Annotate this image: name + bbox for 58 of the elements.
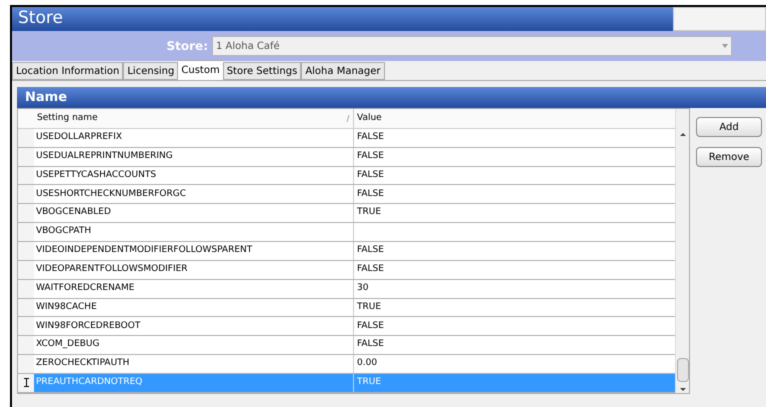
table-cell: VIDEOPARENTFOLLOWSMODIFIER [34, 260, 354, 279]
table-cell: PREAUTHCARDNOTREQ [34, 374, 354, 392]
table-row[interactable]: VBOGCPATH [18, 223, 675, 242]
table-cell: WIN98FORCEDREBOOT [34, 317, 354, 336]
action-button[interactable]: Remove [696, 147, 762, 167]
table-cell: WAITFOREDCRENAME [34, 280, 354, 298]
table-row[interactable]: XCOM_DEBUG FALSE [18, 336, 675, 356]
table-cell-text: TRUE [356, 376, 382, 390]
store-dropdown[interactable]: 1 Aloha Café [212, 36, 732, 56]
table-row[interactable]: WIN98CACHE TRUE [18, 298, 675, 318]
table-cell-text: TRUE [356, 206, 382, 220]
table-row[interactable]: VIDEOINDEPENDENTMODIFIERFOLLOWSPARENT FALSE [18, 242, 675, 261]
sort-icon [346, 114, 350, 122]
table-cell: USEDOLLARPREFIX [34, 128, 354, 147]
column-header[interactable]: Setting name [34, 109, 354, 128]
table-cell-text: FALSE [356, 244, 385, 258]
section-title: Name [25, 88, 68, 107]
table-row[interactable]: VBOGCENABLED TRUE [18, 204, 675, 224]
table-cell-text: FALSE [356, 168, 385, 182]
table-cell-text: 0.00 [356, 357, 378, 370]
table-row[interactable]: USESHORTCHECKNUMBERFORGC FALSE [18, 185, 675, 204]
tab[interactable]: Aloha Manager [301, 62, 385, 80]
table-cell: XCOM_DEBUG [34, 336, 354, 354]
table-cell-text: FALSE [356, 320, 385, 333]
tab[interactable]: Custom [178, 60, 223, 80]
tab[interactable]: Location Information [12, 62, 124, 80]
table-cell-text: FALSE [356, 150, 385, 163]
table-cell-text: FALSE [356, 188, 385, 201]
table-row[interactable]: USEDOLLARPREFIX FALSE [18, 128, 675, 148]
table-cell: ZEROCHECKTIPAUTH [34, 355, 354, 374]
table-cell-text: FALSE [356, 263, 385, 276]
action-button[interactable]: Add [696, 117, 762, 137]
table-cell-text: FALSE [356, 338, 385, 352]
table-row[interactable]: USEDUALREPRINTNUMBERING FALSE [18, 148, 675, 167]
table-cell: USEPETTYCASHACCOUNTS [34, 166, 354, 184]
column-header[interactable]: Value [354, 109, 675, 128]
scroll-down-icon [680, 388, 686, 391]
store-label: Store: [166, 38, 209, 55]
table-cell: VBOGCPATH [34, 223, 354, 242]
table-cell: USESHORTCHECKNUMBERFORGC [34, 185, 354, 204]
tab[interactable]: Store Settings [222, 62, 302, 80]
tab[interactable]: Licensing [123, 62, 178, 80]
text-cursor-icon [24, 378, 28, 388]
table-cell: VIDEOINDEPENDENTMODIFIERFOLLOWSPARENT [34, 242, 354, 260]
dropdown-arrow-icon [722, 44, 728, 48]
table-cell: VBOGCENABLED [34, 204, 354, 222]
table-cell-text: TRUE [356, 300, 382, 314]
table-row[interactable]: WIN98FORCEDREBOOT FALSE [18, 317, 675, 336]
table-row[interactable]: USEPETTYCASHACCOUNTS FALSE [18, 166, 675, 186]
table-cell: USEDUALREPRINTNUMBERING [34, 148, 354, 166]
table-cell-text: FALSE [356, 131, 385, 144]
scroll-up-icon [680, 133, 686, 136]
table-row[interactable]: VIDEOPARENTFOLLOWSMODIFIER FALSE [18, 260, 675, 280]
table-cell: WIN98CACHE [34, 298, 354, 316]
table-row[interactable]: WAITFOREDCRENAME 30 [18, 280, 675, 299]
table-cell-text: 30 [356, 282, 370, 295]
window-title: Store [18, 7, 63, 30]
scroll-thumb[interactable] [676, 358, 688, 382]
